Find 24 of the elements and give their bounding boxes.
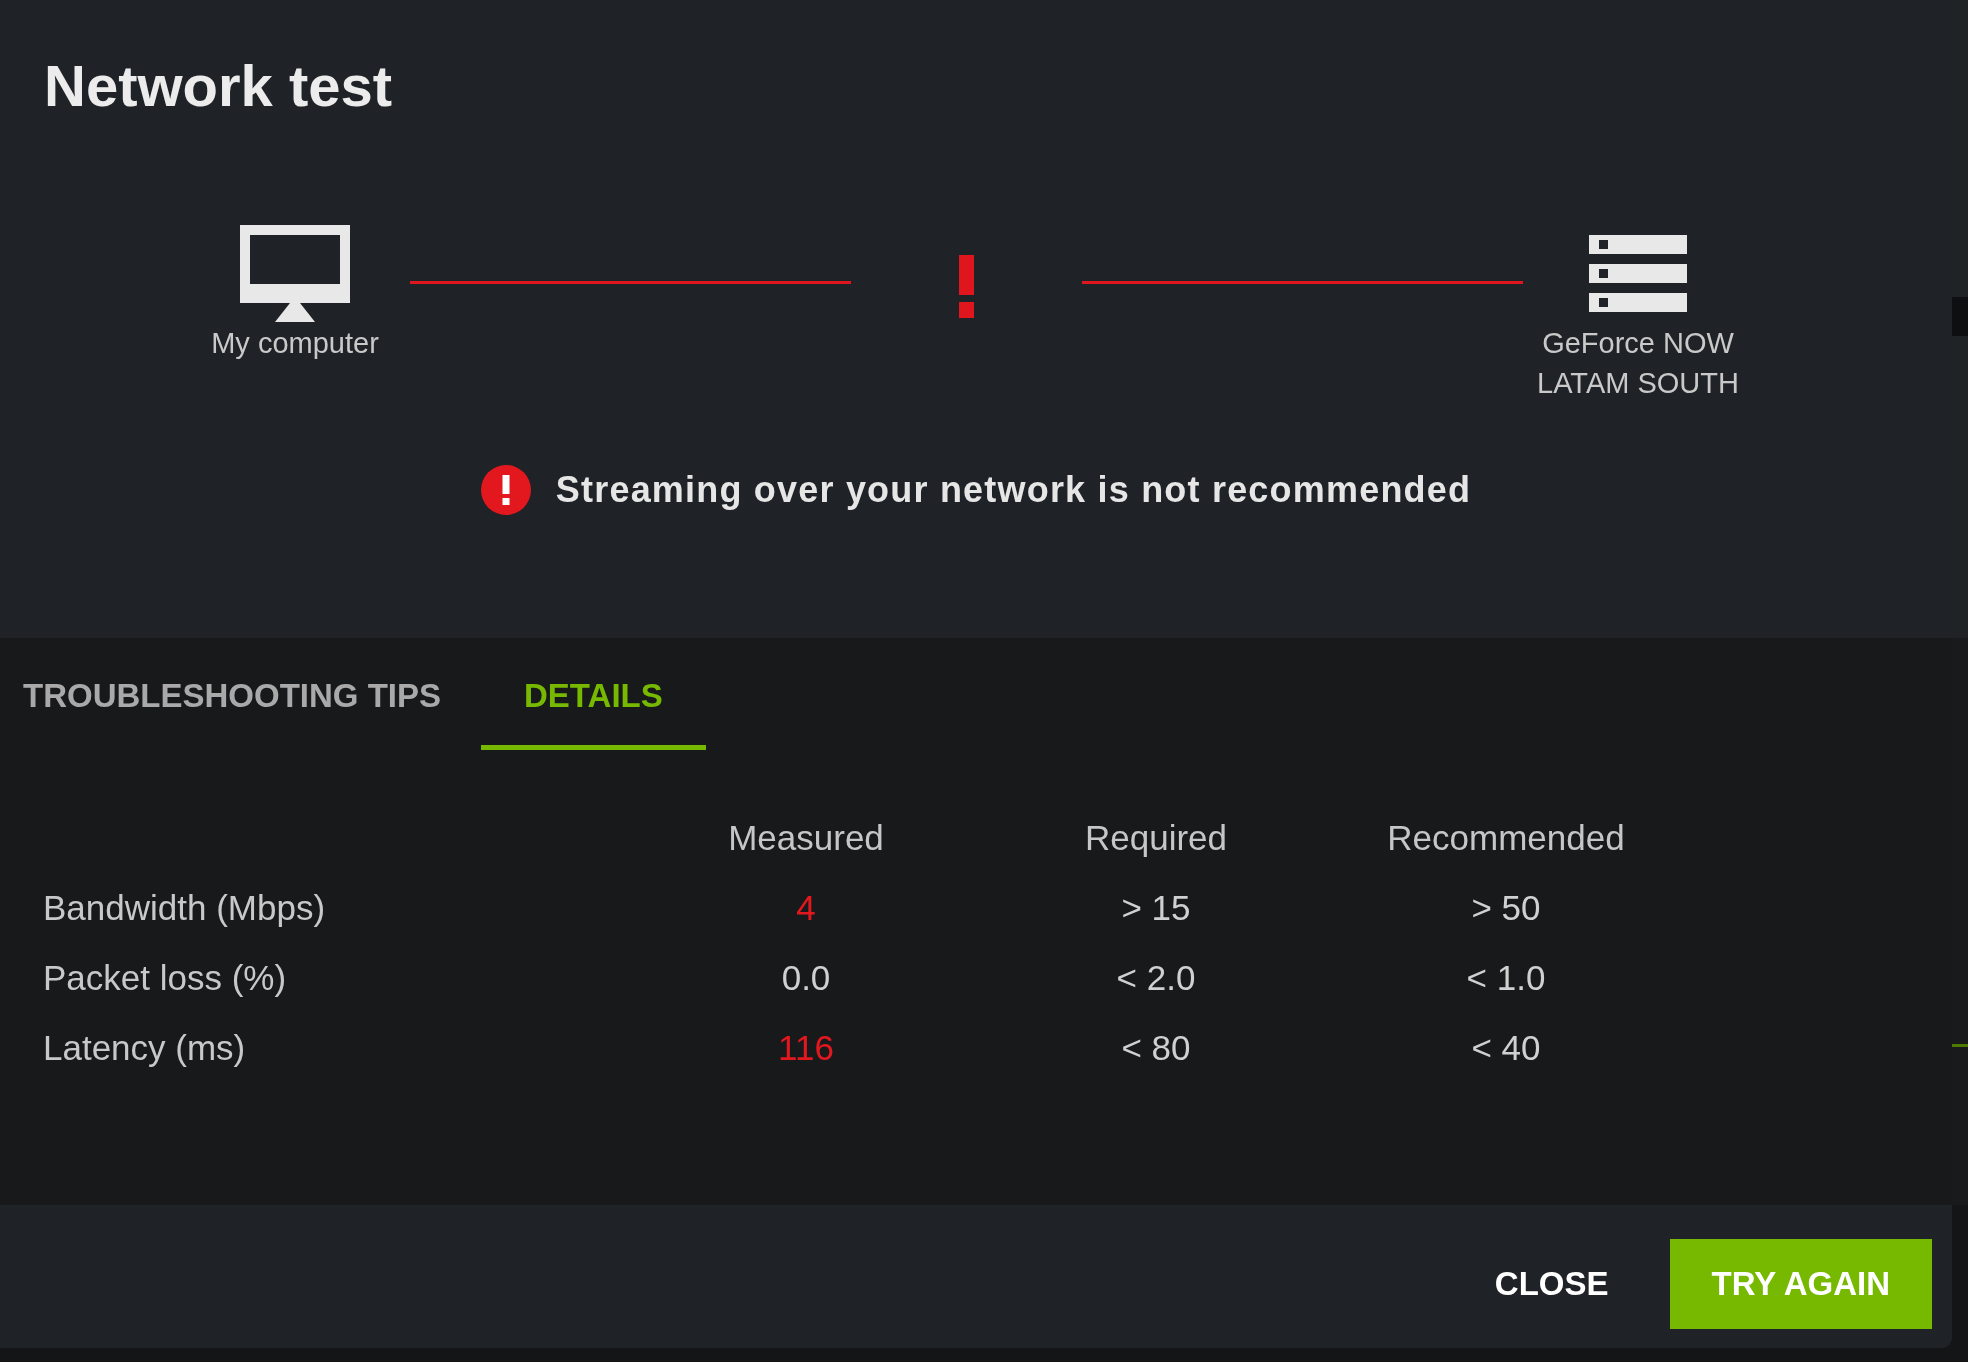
- monitor-icon: [240, 224, 350, 322]
- table-cell-text: 116: [778, 1026, 834, 1069]
- row-label: Latency (ms): [43, 1026, 246, 1069]
- row-label: Packet loss (%): [43, 956, 287, 999]
- endpoint-label: GeForce NOW LATAM SOUTH: [1536, 326, 1740, 401]
- table-cell-text: > 50: [1471, 886, 1541, 929]
- close-button[interactable]: CLOSE: [1464, 1239, 1639, 1329]
- result-message: Streaming over your network is not recommended: [555, 468, 1472, 512]
- table-cell-text: < 40: [1471, 1026, 1541, 1069]
- column-header: Measured: [728, 816, 884, 859]
- table-cell-text: > 15: [1121, 886, 1191, 929]
- row-label: Bandwidth (Mbps): [43, 886, 326, 929]
- column-header: Recommended: [1387, 816, 1625, 859]
- table-cell-text: < 80: [1121, 1026, 1191, 1069]
- dialog-title: Network test: [44, 57, 393, 115]
- table-cell-text: 4: [796, 886, 816, 929]
- tab[interactable]: DETAILS: [481, 646, 706, 750]
- table-cell-text: < 2.0: [1116, 956, 1196, 999]
- column-header: Required: [1084, 816, 1227, 859]
- endpoint-label: My computer: [211, 326, 379, 361]
- table-cell-text: < 1.0: [1466, 956, 1546, 999]
- server-icon: [1589, 234, 1687, 312]
- table-cell-text: 0.0: [781, 956, 831, 999]
- tab[interactable]: TROUBLESHOOTING TIPS: [0, 646, 481, 750]
